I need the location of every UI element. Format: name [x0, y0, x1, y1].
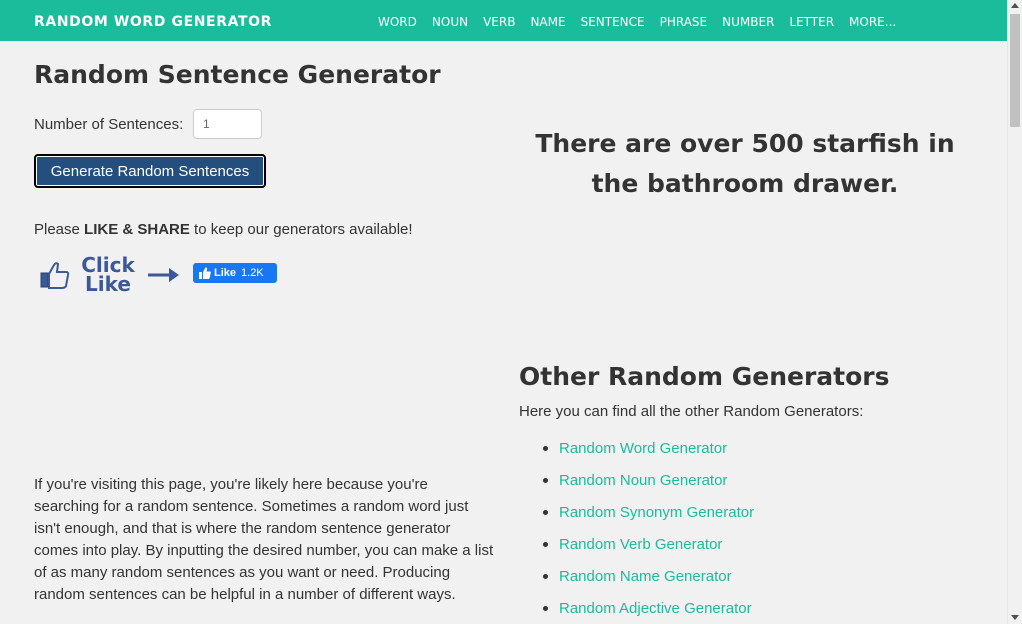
other-generators-list: Random Word Generator Random Noun Genera…	[542, 440, 754, 624]
nav-link-word[interactable]: WORD	[378, 15, 417, 29]
nav-links: WORD NOUN VERB NAME SENTENCE PHRASE NUMB…	[378, 15, 911, 29]
other-generators-intro: Here you can find all the other Random G…	[519, 403, 864, 420]
link-random-noun-generator[interactable]: Random Noun Generator	[559, 472, 727, 489]
nav-link-name[interactable]: NAME	[530, 15, 565, 29]
share-suffix: to keep our generators available!	[189, 221, 413, 238]
arrow-right-icon	[148, 268, 179, 282]
facebook-like-label: Like	[214, 267, 237, 279]
scroll-down-arrow-icon[interactable]	[1011, 615, 1019, 620]
page-scrollbar[interactable]	[1007, 0, 1022, 624]
link-random-synonym-generator[interactable]: Random Synonym Generator	[559, 504, 754, 521]
link-random-verb-generator[interactable]: Random Verb Generator	[559, 536, 722, 553]
page-title: Random Sentence Generator	[34, 60, 441, 89]
nav-link-letter[interactable]: LETTER	[789, 15, 834, 29]
sentence-count-label: Number of Sentences:	[34, 116, 184, 133]
list-item: Random Noun Generator	[542, 472, 754, 504]
list-item: Random Synonym Generator	[542, 504, 754, 536]
scroll-up-arrow-icon[interactable]	[1011, 3, 1019, 8]
nav-link-verb[interactable]: VERB	[483, 15, 515, 29]
nav-link-phrase[interactable]: PHRASE	[660, 15, 708, 29]
list-item: Random Verb Generator	[542, 536, 754, 568]
generated-sentence: There are over 500 starfish in the bathr…	[535, 129, 955, 198]
nav-link-number[interactable]: NUMBER	[722, 15, 774, 29]
other-generators-title: Other Random Generators	[519, 362, 890, 391]
facebook-like-icon	[199, 267, 211, 279]
description-paragraph: If you're visiting this page, you're lik…	[34, 476, 494, 603]
thumbs-up-icon	[40, 262, 70, 289]
generate-button[interactable]: Generate Random Sentences	[34, 154, 266, 188]
nav-link-noun[interactable]: NOUN	[432, 15, 468, 29]
share-prefix: Please	[34, 221, 85, 238]
facebook-like-count: 1.2K	[241, 267, 264, 279]
top-navbar: RANDOM WORD GENERATOR WORD NOUN VERB NAM…	[0, 0, 1007, 41]
share-notice: Please LIKE & SHARE to keep our generato…	[34, 221, 413, 238]
list-item: Random Name Generator	[542, 568, 754, 600]
link-random-word-generator[interactable]: Random Word Generator	[559, 440, 727, 457]
sentence-count-input[interactable]	[193, 109, 262, 139]
click-like-graphic: Click Like	[40, 255, 190, 300]
click-like-word-2: Like	[85, 272, 131, 296]
nav-link-sentence[interactable]: SENTENCE	[581, 15, 645, 29]
nav-link-more[interactable]: MORE...	[849, 15, 896, 29]
link-random-name-generator[interactable]: Random Name Generator	[559, 568, 732, 585]
list-item: Random Word Generator	[542, 440, 754, 472]
share-emphasis: LIKE & SHARE	[84, 221, 190, 238]
list-item: Random Adjective Generator	[542, 600, 754, 624]
facebook-like-button[interactable]: Like 1.2K	[193, 263, 277, 283]
link-random-adjective-generator[interactable]: Random Adjective Generator	[559, 600, 752, 617]
brand-logo[interactable]: RANDOM WORD GENERATOR	[34, 14, 272, 30]
scroll-thumb[interactable]	[1010, 14, 1020, 127]
